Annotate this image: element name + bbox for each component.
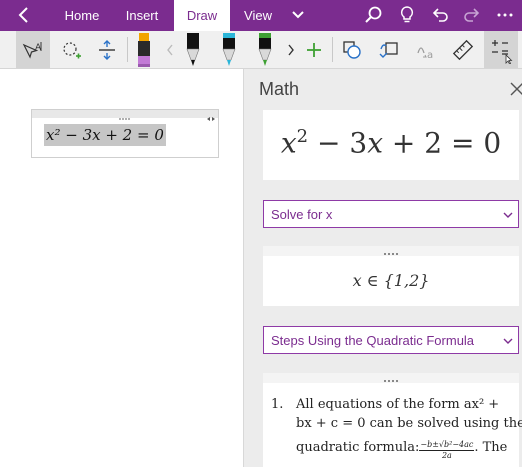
shapes-icon <box>343 40 361 59</box>
pen-black[interactable] <box>180 31 206 68</box>
note-container-handle[interactable] <box>32 110 218 121</box>
chevron-down-icon <box>503 212 513 218</box>
drag-handle[interactable] <box>263 373 519 383</box>
drag-handle-icon <box>119 117 215 121</box>
step-text-line-3: quadratic formula: −b±√b²−4ac 2a . The <box>296 433 518 461</box>
back-arrow-icon[interactable] <box>14 4 36 26</box>
action-select-value: Solve for x <box>271 207 333 222</box>
math-pane: Math x2 − 3x + 2 = 0 Solve for x x ∈ {1,… <box>243 69 522 467</box>
chevron-down-icon[interactable] <box>290 7 306 23</box>
tab-home[interactable]: Home <box>57 0 107 31</box>
pen-green-icon <box>258 32 272 66</box>
type-select-icon: A <box>22 41 42 59</box>
undo-icon[interactable] <box>430 5 450 25</box>
note-container[interactable]: x² − 3x + 2 = 0 <box>31 109 219 158</box>
shapes-tool[interactable] <box>337 31 367 68</box>
chevron-left-icon <box>167 44 173 55</box>
tab-draw[interactable]: Draw <box>174 0 230 31</box>
math-tool[interactable] <box>484 31 518 68</box>
more-icon[interactable] <box>495 5 515 25</box>
toolbar-divider <box>332 37 333 62</box>
action-select[interactable]: Solve for x <box>263 200 519 228</box>
formula-numerator: −b±√b²−4ac <box>419 440 475 451</box>
redo-icon[interactable] <box>462 5 482 25</box>
ruler-icon <box>452 39 474 60</box>
drag-handle-icon <box>384 253 398 255</box>
step-text-line-2: bx + c = 0 can be solved using the <box>296 416 522 431</box>
insert-space-icon <box>99 39 115 60</box>
formula-denominator: 2a <box>441 451 452 460</box>
step-text-line-3b: . The <box>474 439 508 455</box>
step-number: 1. <box>271 397 284 412</box>
solution-result: x ∈ {1,2} <box>352 271 430 290</box>
pen-green[interactable] <box>252 31 278 68</box>
highlighter-tool[interactable] <box>131 31 157 68</box>
ink-to-shape-icon <box>379 41 398 58</box>
steps-card: 1. All equations of the form ax² + bx + … <box>263 373 522 467</box>
ruler-tool[interactable] <box>448 31 478 68</box>
method-select[interactable]: Steps Using the Quadratic Formula <box>263 326 519 354</box>
lasso-select-icon <box>63 41 81 58</box>
lasso-select-tool[interactable] <box>56 31 86 68</box>
pane-equation: x2 − 3x + 2 = 0 <box>280 126 502 160</box>
math-icon <box>492 39 513 64</box>
ribbon-tab-bar: Home Insert Draw View <box>0 0 522 31</box>
plus-icon <box>307 42 321 57</box>
pen-cyan[interactable] <box>216 31 242 68</box>
ink-to-text-icon: a <box>417 46 433 61</box>
drag-handle[interactable] <box>263 246 519 256</box>
pens-scroll-left[interactable] <box>160 31 180 68</box>
toolbar-divider <box>127 37 128 62</box>
quadratic-formula: −b±√b²−4ac 2a <box>419 440 475 461</box>
chevron-down-icon <box>503 338 513 344</box>
insert-space-tool[interactable] <box>92 31 122 68</box>
pens-scroll-right[interactable] <box>282 31 300 68</box>
lightbulb-icon[interactable] <box>397 5 417 25</box>
drag-handle-icon <box>384 380 398 382</box>
step-text-line-1: All equations of the form ax² + <box>296 397 500 412</box>
pane-title: Math <box>259 79 300 99</box>
highlighter-icon <box>138 32 150 67</box>
pen-black-icon <box>186 32 200 66</box>
tab-insert[interactable]: Insert <box>117 0 167 31</box>
chevron-right-icon <box>288 44 294 55</box>
type-select-tool[interactable]: A <box>16 31 50 68</box>
method-select-value: Steps Using the Quadratic Formula <box>271 333 475 348</box>
close-icon[interactable] <box>509 81 522 97</box>
note-equation[interactable]: x² − 3x + 2 = 0 <box>44 124 166 146</box>
equation-card: x2 − 3x + 2 = 0 <box>263 110 519 180</box>
svg-text:a: a <box>427 50 433 61</box>
add-pen-button[interactable] <box>302 31 326 68</box>
step-text-line-3a: quadratic formula: <box>296 439 420 455</box>
result-card: x ∈ {1,2} <box>263 246 519 306</box>
pen-cyan-icon <box>222 32 236 66</box>
search-icon[interactable] <box>364 5 384 25</box>
ink-to-text-tool[interactable]: a <box>411 31 441 68</box>
draw-toolbar: A a <box>0 31 522 69</box>
ink-to-shape-tool[interactable] <box>374 31 404 68</box>
tab-view[interactable]: View <box>236 0 280 31</box>
